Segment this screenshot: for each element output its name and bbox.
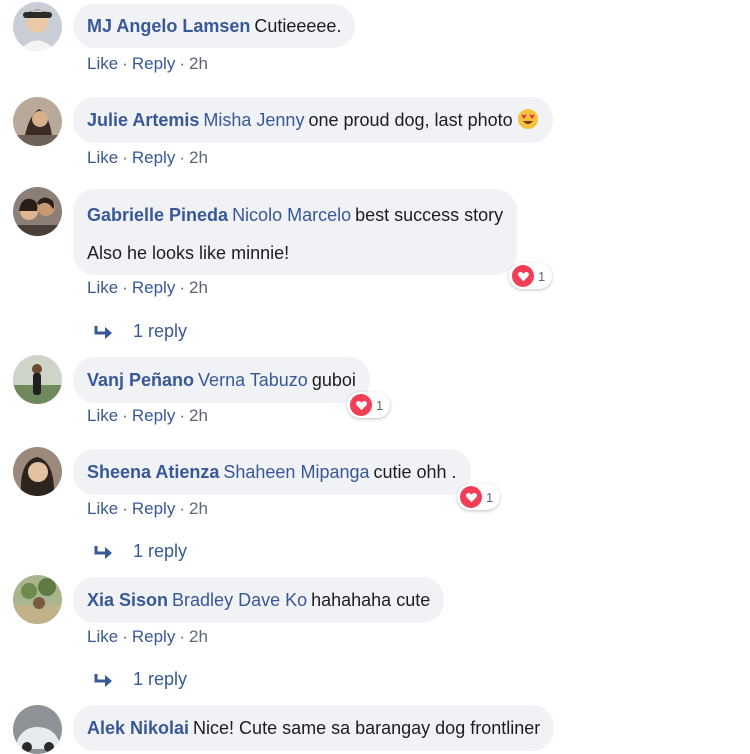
reply-arrow-icon <box>94 325 112 339</box>
comment-bubble: Gabrielle Pineda Nicolo Marcelo best succe… <box>73 189 518 275</box>
comment-text: hahahaha cute <box>311 590 431 610</box>
comment-author[interactable]: Sheena Atienza <box>87 462 219 482</box>
comment-author[interactable]: Xia Sison <box>87 590 168 610</box>
like-link[interactable]: Like <box>87 406 118 425</box>
comment-bubble: Xia Sison Bradley Dave Ko hahahaha cute <box>73 577 445 623</box>
timestamp[interactable]: 2h <box>189 627 208 646</box>
timestamp[interactable]: 2h <box>189 406 208 425</box>
reply-link[interactable]: Reply <box>132 54 175 73</box>
comment-text: one proud dog, last photo <box>308 110 513 130</box>
reaction-count-badge[interactable]: 1 <box>457 484 501 510</box>
comment-bubble: Alek Nikolai Nice! Cute same sa barangay … <box>73 705 555 751</box>
comment-actions: Like · Reply · 2h <box>87 148 208 167</box>
timestamp[interactable]: 2h <box>189 499 208 518</box>
comment-text: best success story <box>355 205 504 225</box>
timestamp[interactable]: 2h <box>189 278 208 297</box>
tagged-user[interactable]: Verna Tabuzo <box>198 370 308 390</box>
comment-author[interactable]: Vanj Peñano <box>87 370 194 390</box>
love-reaction-icon <box>512 265 534 287</box>
avatar[interactable] <box>13 187 62 236</box>
comment-actions: Like · Reply · 2h <box>87 278 208 297</box>
comment-author[interactable]: Julie Artemis <box>87 110 199 130</box>
comment-author[interactable]: Alek Nikolai <box>87 718 189 738</box>
comment-bubble: MJ Angelo Lamsen Cutieeeee. <box>73 4 356 48</box>
comment-bubble: Sheena Atienza Shaheen Mipanga cutie ohh . <box>73 449 471 495</box>
comment-bubble: Vanj Peñano Verna Tabuzo guboi <box>73 357 370 403</box>
tagged-user[interactable]: Shaheen Mipanga <box>223 462 369 482</box>
reaction-count: 1 <box>486 489 494 505</box>
comment-actions: Like · Reply · 2h <box>87 406 208 425</box>
reaction-count-badge[interactable]: 1 <box>509 263 553 289</box>
reply-arrow-icon <box>94 673 112 687</box>
reply-count[interactable]: 1 reply <box>133 541 187 562</box>
view-replies-link[interactable]: 1 reply <box>94 321 187 342</box>
avatar[interactable] <box>13 97 62 146</box>
comment-text: Nice! Cute same sa barangay dog frontlin… <box>193 718 541 738</box>
reply-count[interactable]: 1 reply <box>133 321 187 342</box>
tagged-user[interactable]: Nicolo Marcelo <box>232 205 351 225</box>
reply-link[interactable]: Reply <box>132 627 175 646</box>
love-reaction-icon <box>460 486 482 508</box>
reaction-count: 1 <box>376 397 384 413</box>
view-replies-link[interactable]: 1 reply <box>94 669 187 690</box>
reply-link[interactable]: Reply <box>132 406 175 425</box>
avatar[interactable] <box>13 2 62 51</box>
avatar[interactable] <box>13 355 62 404</box>
tagged-user[interactable]: Bradley Dave Ko <box>172 590 307 610</box>
view-replies-link[interactable]: 1 reply <box>94 541 187 562</box>
like-link[interactable]: Like <box>87 148 118 167</box>
reaction-count-badge[interactable]: 1 <box>347 392 391 418</box>
comment-author[interactable]: Gabrielle Pineda <box>87 205 228 225</box>
reply-link[interactable]: Reply <box>132 499 175 518</box>
avatar[interactable] <box>13 575 62 624</box>
reply-link[interactable]: Reply <box>132 278 175 297</box>
reply-count[interactable]: 1 reply <box>133 669 187 690</box>
heart-eyes-emoji-icon <box>517 108 539 130</box>
comment-text: guboi <box>311 370 356 390</box>
reply-arrow-icon <box>94 545 112 559</box>
comment-bubble: Julie Artemis Misha Jenny one proud dog, l… <box>73 97 553 143</box>
comment-text: cutie ohh . <box>373 462 457 482</box>
comment-author[interactable]: MJ Angelo Lamsen <box>87 16 250 36</box>
tagged-user[interactable]: Misha Jenny <box>203 110 304 130</box>
timestamp[interactable]: 2h <box>189 148 208 167</box>
avatar[interactable] <box>13 447 62 496</box>
comment-actions: Like · Reply · 2h <box>87 627 208 646</box>
comment-actions: Like · Reply · 2h <box>87 499 208 518</box>
comment-text: Cutieeeee. <box>254 16 342 36</box>
like-link[interactable]: Like <box>87 499 118 518</box>
timestamp[interactable]: 2h <box>189 54 208 73</box>
like-link[interactable]: Like <box>87 627 118 646</box>
love-reaction-icon <box>350 394 372 416</box>
comment-text-line2: Also he looks like minnie! <box>87 243 290 263</box>
comment-actions: Like · Reply · 2h <box>87 54 208 73</box>
like-link[interactable]: Like <box>87 54 118 73</box>
reaction-count: 1 <box>538 268 546 284</box>
avatar[interactable] <box>13 705 62 754</box>
like-link[interactable]: Like <box>87 278 118 297</box>
reply-link[interactable]: Reply <box>132 148 175 167</box>
